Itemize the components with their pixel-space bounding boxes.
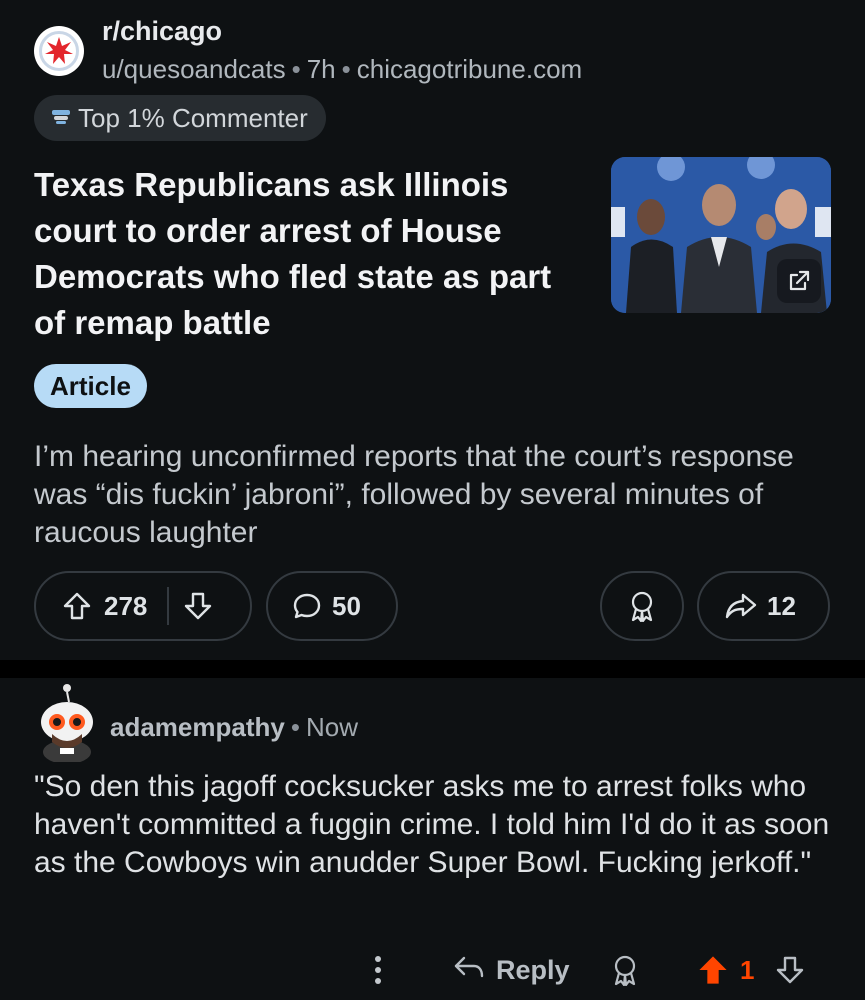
meta-separator: • xyxy=(341,54,351,84)
reply-label: Reply xyxy=(496,954,570,985)
comment-vote-count: 1 xyxy=(740,954,755,985)
post-type-tag[interactable]: Article xyxy=(34,364,147,408)
post-body: I’m hearing unconfirmed reports that the… xyxy=(34,440,794,549)
comment-meta: adamempathy • Now xyxy=(110,712,358,743)
meta-separator: • xyxy=(290,712,300,742)
user-flair: Top 1% Commenter xyxy=(34,95,326,141)
share-arrow-icon xyxy=(725,591,757,621)
share-button[interactable]: 12 xyxy=(697,571,830,641)
share-count: 12 xyxy=(767,590,796,621)
post-domain[interactable]: chicagotribune.com xyxy=(357,54,582,84)
post-meta: u/quesoandcats • 7h • chicagotribune.com xyxy=(102,54,582,85)
comment-time: Now xyxy=(305,712,358,742)
award-icon[interactable] xyxy=(610,948,640,992)
flair-label: Top 1% Commenter xyxy=(78,102,308,133)
external-link-icon[interactable] xyxy=(777,259,821,303)
award-icon xyxy=(627,590,657,622)
commenter-badge-icon xyxy=(50,103,72,134)
reply-arrow-icon xyxy=(452,952,486,989)
speech-bubble-icon xyxy=(292,591,322,621)
commenter-avatar[interactable] xyxy=(36,682,98,764)
reply-button[interactable]: Reply xyxy=(452,948,570,992)
comments-button[interactable]: 50 xyxy=(266,571,398,641)
arrow-up-icon[interactable] xyxy=(696,948,730,992)
post-time: 7h xyxy=(306,54,336,84)
chicago-flag-star-icon xyxy=(39,31,79,71)
vote-control: 278 xyxy=(34,571,252,641)
comment-actions: Reply 1 xyxy=(0,948,865,992)
comment-body: "So den this jagoff cocksucker asks me t… xyxy=(34,770,830,879)
arrow-down-icon[interactable] xyxy=(183,591,213,621)
section-separator xyxy=(0,660,865,678)
post-title[interactable]: Texas Republicans ask Illinois court to … xyxy=(34,162,574,346)
arrow-down-icon[interactable] xyxy=(775,948,805,992)
article-thumbnail[interactable] xyxy=(611,157,831,313)
post-card: r/chicago u/quesoandcats • 7h • chicagotribu… xyxy=(0,0,865,660)
comment-author[interactable]: adamempathy xyxy=(110,712,285,742)
subreddit-name[interactable]: r/chicago xyxy=(102,16,222,47)
meta-separator: • xyxy=(291,54,301,84)
arrow-up-icon[interactable] xyxy=(62,591,92,621)
comment-count: 50 xyxy=(332,590,361,621)
post-author[interactable]: u/quesoandcats xyxy=(102,54,286,84)
vote-divider xyxy=(167,587,170,625)
more-vertical-icon[interactable] xyxy=(366,948,390,992)
subreddit-avatar[interactable] xyxy=(34,26,84,76)
award-button[interactable] xyxy=(600,571,684,641)
upvote-count: 278 xyxy=(104,590,148,621)
